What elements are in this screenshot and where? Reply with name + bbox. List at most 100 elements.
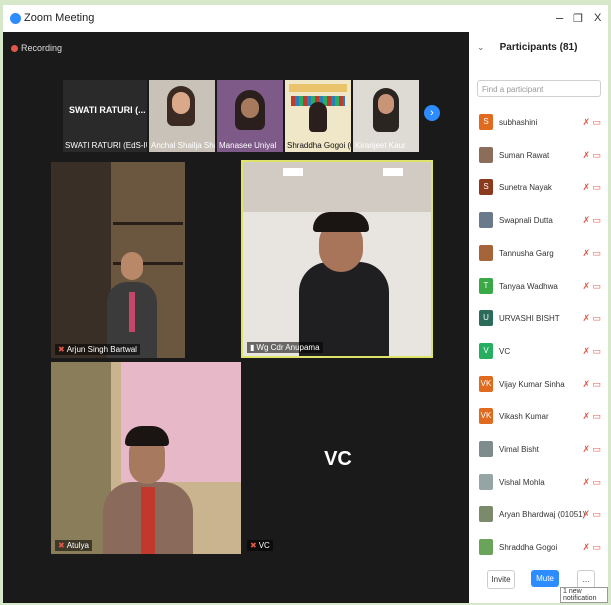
participant-avatar — [479, 212, 493, 229]
wall-background — [51, 362, 111, 554]
participant-avatar: VK — [479, 375, 493, 392]
thumbnail-kiranjeet[interactable]: Kiranjeet Kaur — [353, 80, 419, 152]
mic-video-muted-icon: ✗ ▭ — [582, 215, 601, 226]
person-face — [241, 98, 259, 118]
participant-avatar — [479, 244, 493, 261]
participant-row[interactable]: T Tanyaa Wadhwa ✗ ▭ — [479, 277, 601, 296]
ceiling-light — [283, 168, 303, 176]
participant-row[interactable]: S Sunetra Nayak ✗ ▭ — [479, 179, 601, 197]
mic-video-muted-icon: ✗ ▭ — [582, 280, 601, 291]
invite-button[interactable]: Invite — [487, 570, 515, 589]
thumbnail-shraddha[interactable]: Shraddha Gogoi (01039) — [285, 80, 351, 152]
participant-name: Sunetra Nayak — [499, 183, 552, 193]
mic-video-muted-icon: ✗ ▭ — [582, 509, 601, 520]
shelf-line — [113, 222, 183, 225]
person-tie — [129, 292, 135, 332]
participant-name: Shraddha Gogoi — [499, 543, 558, 553]
mute-all-button[interactable]: Mute All — [531, 570, 559, 600]
participant-avatar: S — [479, 179, 493, 196]
participant-name: Vijay Kumar Sinha — [499, 379, 565, 389]
chevron-right-icon[interactable]: › — [424, 105, 440, 121]
participant-row[interactable]: VK Vikash Kumar ✗ ▭ — [479, 408, 601, 426]
tile-name-label: ✖ Atulya — [55, 540, 92, 551]
participant-avatar — [479, 506, 493, 523]
mic-muted-icon: ✖ — [58, 541, 65, 550]
participant-name: subhashini — [499, 118, 538, 127]
participant-name: Tanyaa Wadhwa — [499, 281, 558, 291]
thumbnail-name: Kiranjeet Kaur — [355, 141, 406, 150]
thumbnail-manasee[interactable]: Manasee Uniyal — [217, 80, 283, 152]
participant-row[interactable]: U URVASHI BISHT ✗ ▭ — [479, 310, 601, 328]
mic-icon: ▮ — [250, 343, 255, 352]
person-hair — [125, 426, 169, 446]
participant-row[interactable]: Suman Rawat ✗ ▭ — [479, 146, 601, 165]
participant-avatar — [479, 473, 493, 490]
participant-avatar: T — [479, 277, 493, 294]
window-title: Zoom Meeting — [24, 12, 95, 24]
mic-video-muted-icon: ✗ ▭ — [582, 313, 601, 324]
mic-muted-icon: ✖ — [250, 541, 257, 550]
participant-row[interactable]: Vishal Mohla ✗ ▭ — [479, 473, 601, 492]
panel-title: Participants (81) — [499, 42, 578, 53]
participant-name: VC — [499, 346, 511, 356]
participant-search-input[interactable]: Find a participant — [477, 80, 601, 97]
mic-video-muted-icon: ✗ ▭ — [582, 476, 601, 487]
participant-avatar: V — [479, 342, 493, 359]
person-scarf — [141, 487, 155, 554]
mic-video-muted-icon: ✗ ▭ — [582, 444, 601, 454]
mic-muted-icon: ✖ — [58, 345, 65, 354]
participant-name: Aryan Bhardwaj (01051) — [499, 510, 586, 520]
participant-name: Swapnali Dutta — [499, 216, 553, 226]
participant-name: Vishal Mohla — [499, 477, 545, 487]
participant-row[interactable]: Ssubhashini ✗ ▭ — [479, 114, 601, 132]
vc-placeholder-text: VC — [324, 448, 352, 470]
participant-name: URVASHI BISHT — [499, 314, 560, 324]
thumbnail-name: Shraddha Gogoi (01039) — [287, 141, 351, 150]
close-button[interactable]: X — [594, 12, 601, 24]
recording-indicator: Recording — [11, 43, 62, 53]
participant-row[interactable]: Vimal Bisht ✗ ▭ — [479, 441, 601, 459]
thumbnail-name: SWATI RATURI (EdS-IUD) — [65, 141, 147, 150]
person-face — [121, 252, 143, 280]
participant-avatar: S — [479, 114, 493, 130]
tile-name-label: ✖ Arjun Singh Bartwal — [55, 344, 140, 355]
participant-avatar — [479, 539, 493, 556]
minimize-button[interactable]: – — [556, 10, 563, 25]
person-hair — [313, 212, 369, 232]
participant-name: Suman Rawat — [499, 150, 550, 160]
tile-name-label: ▮ Wg Cdr Anupama — [247, 342, 323, 353]
video-tile-arjun[interactable]: ✖ Arjun Singh Bartwal — [51, 162, 185, 358]
thumbnail-anchal[interactable]: Anchal Shailja Sharma — [149, 80, 215, 152]
maximize-button[interactable]: ❐ — [573, 12, 583, 25]
participant-row[interactable]: Shraddha Gogoi ✗ ▭ — [479, 539, 601, 557]
participant-row[interactable]: V VC ✗ ▭ — [479, 342, 601, 361]
mic-video-muted-icon: ✗ ▭ — [582, 378, 601, 389]
participants-panel: ⌄ Participants (81) Find a participant S… — [469, 32, 608, 603]
zoom-logo-icon — [10, 13, 21, 24]
mic-video-muted-icon: ✗ ▭ — [582, 345, 601, 356]
mic-video-muted-icon: ✗ ▭ — [582, 117, 601, 127]
participant-name: Tannusha Garg — [499, 248, 554, 258]
thumbnail-name: Anchal Shailja Sharma — [151, 141, 215, 150]
video-tile-anupama[interactable]: ▮ Wg Cdr Anupama — [241, 160, 433, 358]
participant-row[interactable]: VK Vijay Kumar Sinha ✗ ▭ — [479, 375, 601, 394]
record-dot-icon — [11, 45, 18, 53]
notification-badge: 1 new notification — [560, 587, 608, 603]
participant-row[interactable]: Tannusha Garg ✗ ▭ — [479, 244, 601, 263]
video-tile-atulya[interactable]: ✖ Atulya — [51, 362, 241, 554]
person-face — [378, 94, 394, 114]
mic-video-muted-icon: ✗ ▭ — [582, 411, 601, 422]
participant-name: Vimal Bisht — [499, 445, 539, 454]
thumbnail-swati[interactable]: SWATI RATURI (... SWATI RATURI (EdS-IUD) — [63, 80, 147, 152]
mic-video-muted-icon: ✗ ▭ — [582, 247, 601, 258]
title-bar: Zoom Meeting – ❐ X — [3, 5, 608, 32]
video-tile-vc[interactable]: VC ✖ VC — [243, 362, 433, 554]
participant-row[interactable]: Swapnali Dutta ✗ ▭ — [479, 212, 601, 230]
participant-avatar: VK — [479, 408, 493, 425]
person-face — [172, 92, 190, 114]
banner-graphic — [289, 84, 347, 92]
video-area: Recording SWATI RATURI (... SWATI RATURI… — [3, 32, 469, 603]
participant-row[interactable]: Aryan Bhardwaj (01051) ✗ ▭ — [479, 506, 601, 524]
participant-avatar — [479, 441, 493, 457]
mic-video-muted-icon: ✗ ▭ — [582, 182, 601, 193]
